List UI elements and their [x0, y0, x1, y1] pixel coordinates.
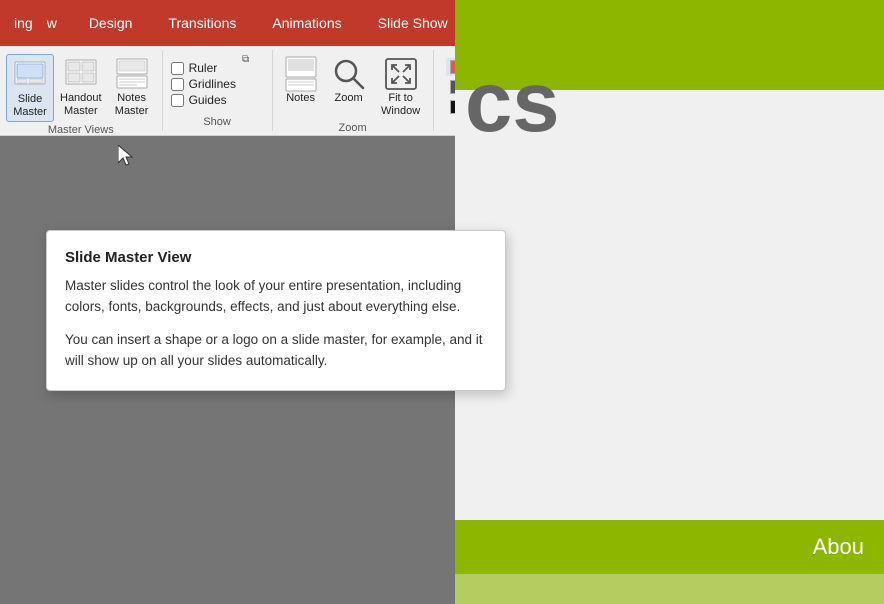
handout-master-icon [63, 56, 99, 92]
notes-master-label1: Notes [117, 92, 146, 105]
tab-animations[interactable]: Animations [254, 0, 359, 46]
slide-master-label1: Slide [18, 93, 42, 106]
notes-master-label2: Master [115, 105, 149, 118]
zoom-button[interactable]: Zoom [327, 54, 371, 107]
notes-view-label: Notes [286, 92, 315, 105]
tab-slideshow[interactable]: Slide Show [360, 0, 466, 46]
guides-checkbox[interactable] [171, 94, 184, 107]
notes-view-icon [283, 56, 319, 92]
tooltip-para-1: Master slides control the look of your e… [65, 276, 487, 318]
show-content: Ruler Gridlines Guides ⧉ [169, 50, 266, 114]
group-zoom: Notes Zoom [273, 50, 434, 131]
tooltip-body: Master slides control the look of your e… [65, 276, 487, 372]
zoom-label: Zoom [335, 92, 363, 105]
slide-content-panel: cs Abou [455, 0, 884, 604]
tooltip-para-2: You can insert a shape or a logo on a sl… [65, 330, 487, 372]
slide-green-footer [455, 574, 884, 604]
tab-partial-ing[interactable]: ing [0, 0, 47, 46]
notes-master-button[interactable]: Notes Master [108, 54, 156, 120]
gridlines-checkbox-item[interactable]: Gridlines [169, 76, 238, 92]
ruler-checkbox-item[interactable]: Ruler [169, 60, 238, 76]
fit-to-label2: Window [381, 105, 420, 118]
show-dialog-launcher[interactable]: ⧉ [242, 54, 249, 65]
handout-master-label2: Master [64, 105, 98, 118]
handout-master-button[interactable]: Handout Master [56, 54, 106, 120]
slide-master-label2: Master [13, 106, 47, 119]
master-views-content: Slide Master Handout Master [6, 50, 156, 122]
guides-label: Guides [189, 93, 227, 107]
gridlines-label: Gridlines [189, 77, 236, 91]
slide-about-text: Abou [813, 534, 864, 560]
gridlines-checkbox[interactable] [171, 78, 184, 91]
group-master-views: Slide Master Handout Master [0, 50, 163, 131]
notes-master-icon [114, 56, 150, 92]
show-checkboxes: Ruler Gridlines Guides [169, 54, 238, 108]
ruler-checkbox[interactable] [171, 62, 184, 75]
tooltip-title: Slide Master View [65, 249, 487, 266]
fit-to-window-button[interactable]: Fit to Window [375, 54, 427, 120]
tooltip-popup: Slide Master View Master slides control … [46, 230, 506, 391]
slide-letters: cs [465, 60, 560, 145]
group-show: Ruler Gridlines Guides ⧉ Show [163, 50, 273, 131]
ruler-label: Ruler [189, 61, 218, 75]
tab-design[interactable]: Design [71, 0, 151, 46]
slide-master-button[interactable]: Slide Master [6, 54, 54, 122]
zoom-content: Notes Zoom [279, 50, 427, 120]
tab-partial-w[interactable]: w [47, 0, 71, 46]
slide-about-button[interactable]: Abou [455, 520, 884, 574]
show-group-label: Show [169, 114, 266, 131]
zoom-group-label: Zoom [279, 120, 427, 137]
handout-master-label1: Handout [60, 92, 102, 105]
slide-master-icon [12, 57, 48, 93]
notes-view-button[interactable]: Notes [279, 54, 323, 107]
tab-transitions[interactable]: Transitions [150, 0, 254, 46]
guides-checkbox-item[interactable]: Guides [169, 92, 238, 108]
fit-to-label1: Fit to [388, 92, 412, 105]
zoom-icon [331, 56, 367, 92]
fit-to-window-icon [383, 56, 419, 92]
